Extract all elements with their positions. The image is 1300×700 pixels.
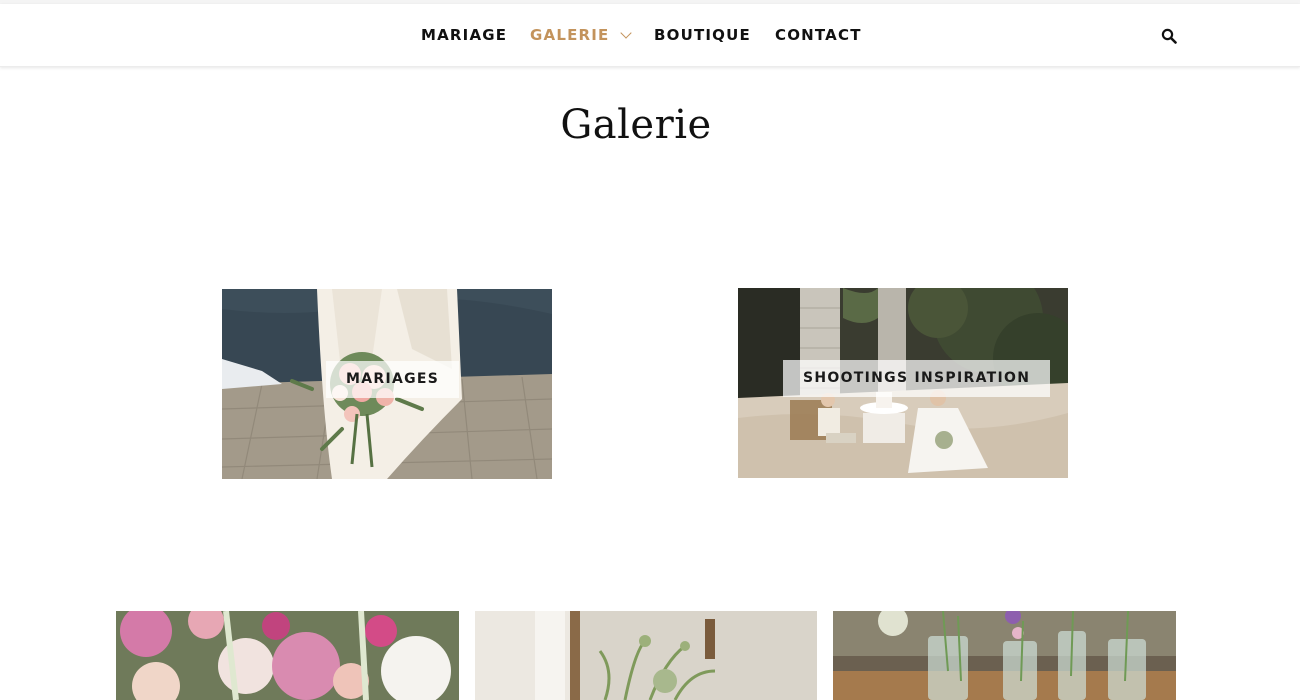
gallery-label-mariages: MARIAGES [326,361,460,398]
nav-item-boutique[interactable]: BOUTIQUE [654,26,751,44]
site-header: MARIAGE GALERIE BOUTIQUE CONTACT [0,4,1300,67]
nav-item-mariage[interactable]: MARIAGE [421,26,507,44]
nav-item-galerie[interactable]: GALERIE [530,26,632,44]
nav-item-contact[interactable]: CONTACT [775,26,862,44]
gallery-card-mariages[interactable]: MARIAGES [222,289,552,479]
nav-item-galerie-label: GALERIE [530,26,610,44]
gallery-card-shootings-inspiration[interactable]: SHOOTINGS INSPIRATION [738,288,1068,478]
peonies-photo [116,611,459,700]
glass-vases-photo [833,611,1176,700]
gallery-thumb-glass-vases[interactable] [833,611,1176,700]
page-title: Galerie [560,102,712,148]
search-icon[interactable] [1161,28,1177,44]
gallery-thumb-greenery-vase[interactable] [475,611,817,700]
greenery-vase-photo [475,611,817,700]
gallery-label-shootings-inspiration: SHOOTINGS INSPIRATION [783,360,1051,397]
gallery-thumb-peonies[interactable] [116,611,459,700]
chevron-down-icon [619,27,632,39]
